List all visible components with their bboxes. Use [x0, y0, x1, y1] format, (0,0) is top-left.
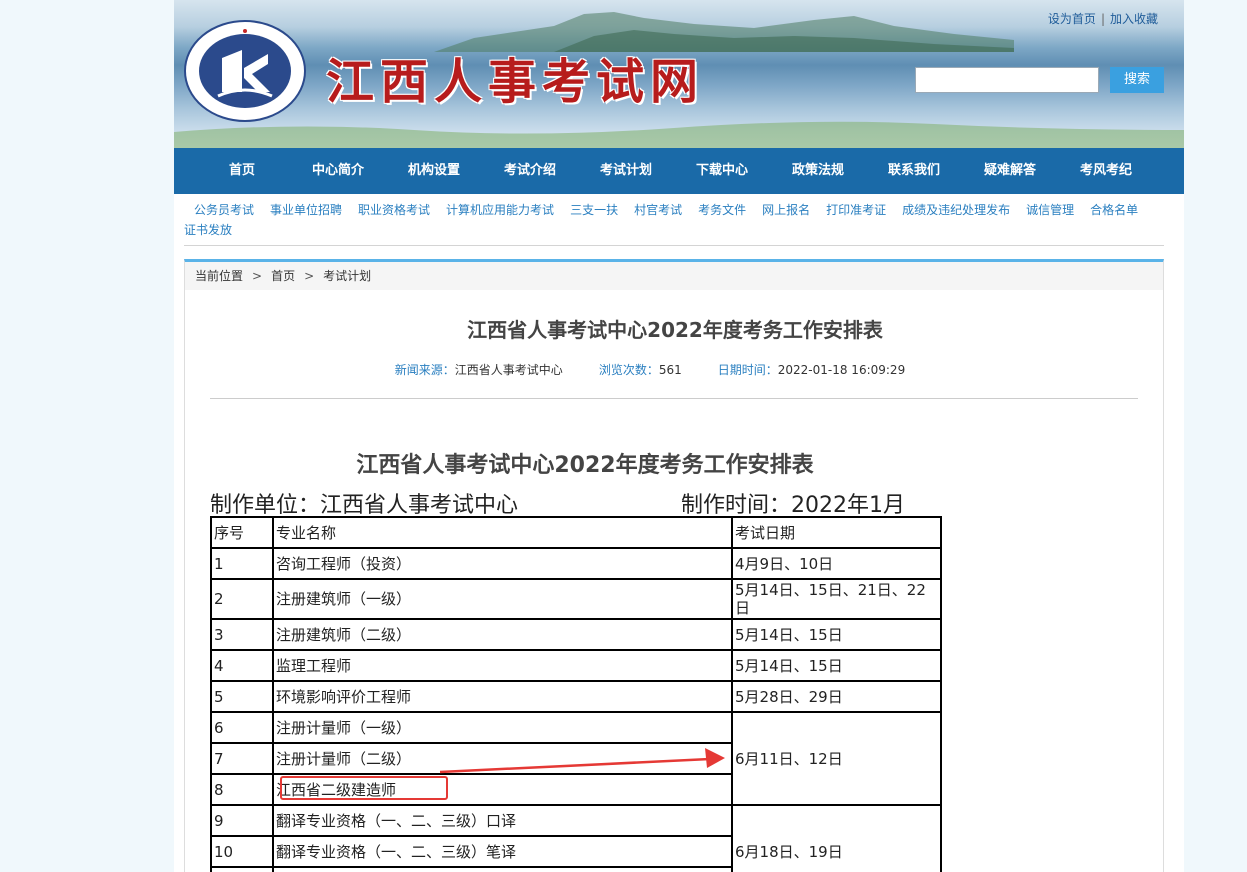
row-name: 环境影响评价工程师 [272, 680, 733, 713]
row-date: 6月18日、19日 [731, 804, 942, 872]
article-meta: 新闻来源：江西省人事考试中心 浏览次数：561 日期时间：2022-01-18 16… [185, 361, 1115, 378]
sub-links-divider [184, 245, 1164, 246]
document-maker: 制作单位：江西省人事考试中心 [210, 493, 519, 518]
nav-item-exam-plan[interactable]: 考试计划 [578, 148, 674, 194]
row-name: 注册计量师（一级） [272, 711, 733, 744]
article-panel: 当前位置 > 首页 > 考试计划 江西省人事考试中心2022年度考务工作安排表 新闻来源… [184, 259, 1164, 872]
row-date: 5月28日、29日 [731, 680, 942, 713]
nav-item-faq[interactable]: 疑难解答 [962, 148, 1058, 194]
row-name: 翻译专业资格（一、二、三级）口译 [272, 804, 733, 837]
sub-link-scores[interactable]: 成绩及违纪处理发布 [902, 203, 1010, 217]
sub-link-institution-recruit[interactable]: 事业单位招聘 [270, 203, 342, 217]
header-cell: 专业名称 [272, 516, 733, 549]
table-row: 9 翻译专业资格（一、二、三级）口译 6月18日、19日 [210, 804, 942, 872]
nav-item-policies[interactable]: 政策法规 [770, 148, 866, 194]
table-row: 2 注册建筑师（一级） 5月14日、15日、21日、22日 [210, 578, 942, 620]
article-title: 江西省人事考试中心2022年度考务工作安排表 [467, 318, 883, 342]
sub-link-certificates[interactable]: 证书发放 [184, 223, 232, 237]
header-cell: 序号 [210, 516, 274, 549]
row-number: 8 [210, 773, 274, 806]
annotation-highlight-box [280, 776, 448, 800]
top-links-separator: | [1100, 12, 1105, 26]
views-label: 浏览次数： [598, 363, 659, 377]
date-value: 2022-01-18 16:09:29 [777, 363, 906, 377]
sub-links: 公务员考试 事业单位招聘 职业资格考试 计算机应用能力考试 三支一扶 村官考试 考务文件 网上… [184, 200, 1166, 240]
top-links: 设为首页 | 加入收藏 [1048, 10, 1158, 27]
nav-item-downloads[interactable]: 下载中心 [674, 148, 770, 194]
row-number: 1 [210, 547, 274, 580]
table-row: 1 咨询工程师（投资） 4月9日、10日 [210, 547, 942, 580]
row-name: 监理工程师 [272, 649, 733, 682]
breadcrumb: 当前位置 > 首页 > 考试计划 [185, 262, 1163, 290]
page-wrapper: 江西人事考试网 设为首页 | 加入收藏 搜索 首页 中心简介 机构设置 考试介绍 考… [174, 0, 1184, 872]
sub-link-professional-qualification[interactable]: 职业资格考试 [358, 203, 430, 217]
row-number: 7 [210, 742, 274, 775]
row-date: 5月14日、15日 [731, 618, 942, 651]
source-label: 新闻来源： [394, 363, 455, 377]
row-date: 5月14日、15日 [731, 649, 942, 682]
row-number: 3 [210, 618, 274, 651]
nav-item-home[interactable]: 首页 [194, 148, 290, 194]
search-input[interactable] [915, 67, 1099, 93]
date-label: 日期时间： [717, 363, 778, 377]
row-name: 注册建筑师（一级） [272, 578, 733, 620]
sub-link-village-official[interactable]: 村官考试 [634, 203, 682, 217]
nav-item-contact[interactable]: 联系我们 [866, 148, 962, 194]
nav-item-about[interactable]: 中心简介 [290, 148, 386, 194]
site-title: 江西人事考试网 [326, 54, 705, 110]
views-value: 561 [658, 363, 682, 377]
row-name: 翻译专业资格（一、二、三级）笔译 [272, 835, 733, 868]
breadcrumb-home[interactable]: 首页 [271, 269, 295, 283]
row-number: 10 [210, 835, 274, 868]
sub-link-online-registration[interactable]: 网上报名 [762, 203, 810, 217]
row-date: 4月9日、10日 [731, 547, 942, 580]
sub-link-qualified-list[interactable]: 合格名单 [1090, 203, 1138, 217]
row-name [272, 866, 733, 872]
center-logo-icon [184, 20, 306, 122]
nav-item-organization[interactable]: 机构设置 [386, 148, 482, 194]
nav-item-exam-intro[interactable]: 考试介绍 [482, 148, 578, 194]
row-number: 6 [210, 711, 274, 744]
table-row: 3 注册建筑师（二级） 5月14日、15日 [210, 618, 942, 651]
row-number: 4 [210, 649, 274, 682]
breadcrumb-label: 当前位置 [195, 269, 244, 283]
row-name: 注册计量师（二级） [272, 742, 733, 775]
row-name: 注册建筑师（二级） [272, 618, 733, 651]
table-row: 4 监理工程师 5月14日、15日 [210, 649, 942, 682]
document-made-time: 制作时间：2022年1月 [681, 493, 905, 518]
row-number: 2 [210, 578, 274, 620]
sub-link-integrity[interactable]: 诚信管理 [1026, 203, 1074, 217]
source-value: 江西省人事考试中心 [454, 363, 563, 377]
sub-link-computer-skills[interactable]: 计算机应用能力考试 [446, 203, 554, 217]
row-number [210, 866, 274, 872]
table-row: 5 环境影响评价工程师 5月28日、29日 [210, 680, 942, 713]
breadcrumb-arrow: > [252, 269, 263, 283]
set-home-link[interactable]: 设为首页 [1048, 12, 1096, 26]
nav-item-discipline[interactable]: 考风考纪 [1058, 148, 1154, 194]
add-favorite-link[interactable]: 加入收藏 [1110, 12, 1158, 26]
row-number: 9 [210, 804, 274, 837]
document-title: 江西省人事考试中心2022年度考务工作安排表 [356, 453, 814, 478]
row-number: 5 [210, 680, 274, 713]
sub-link-civil-service[interactable]: 公务员考试 [194, 203, 254, 217]
row-date: 6月11日、12日 [731, 711, 942, 806]
exam-schedule-table: 序号 专业名称 考试日期 1 咨询工程师（投资） 4月9日、10日 2 注册建筑… [210, 516, 942, 872]
breadcrumb-exam-plan[interactable]: 考试计划 [323, 269, 371, 283]
article-divider [210, 398, 1138, 399]
sub-link-print-admission[interactable]: 打印准考证 [826, 203, 886, 217]
site-header: 江西人事考试网 设为首页 | 加入收藏 搜索 [174, 0, 1184, 148]
main-nav: 首页 中心简介 机构设置 考试介绍 考试计划 下载中心 政策法规 联系我们 疑难… [174, 148, 1184, 194]
row-date: 5月14日、15日、21日、22日 [731, 578, 942, 620]
search-button[interactable]: 搜索 [1110, 67, 1164, 93]
table-row: 6 注册计量师（一级） 6月11日、12日 [210, 711, 942, 806]
breadcrumb-arrow: > [304, 269, 315, 283]
row-name: 咨询工程师（投资） [272, 547, 733, 580]
sub-link-exam-documents[interactable]: 考务文件 [698, 203, 746, 217]
header-cell: 考试日期 [731, 516, 942, 549]
sub-link-sanzhi-yifu[interactable]: 三支一扶 [570, 203, 618, 217]
table-header-row: 序号 专业名称 考试日期 [210, 516, 942, 549]
shore-graphic [174, 121, 1184, 148]
